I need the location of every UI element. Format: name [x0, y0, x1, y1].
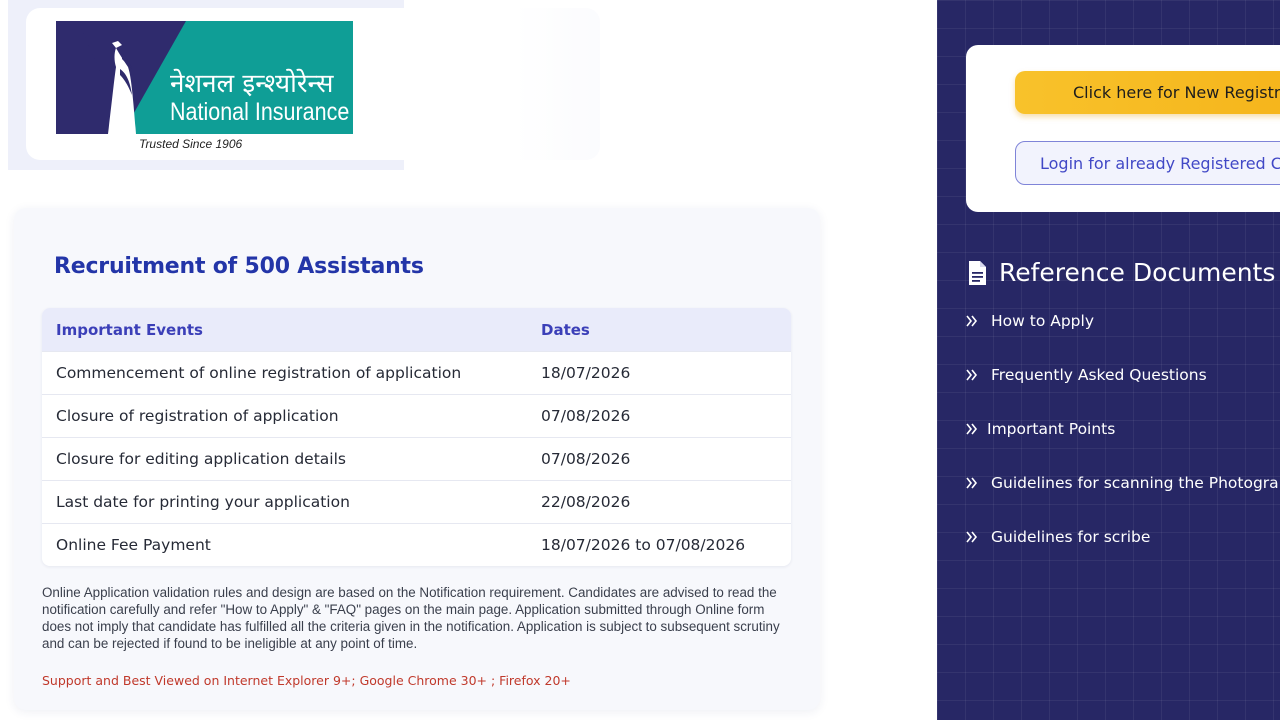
link-faq[interactable]: Frequently Asked Questions — [965, 366, 1207, 384]
document-icon — [969, 260, 986, 285]
link-label[interactable]: Important Points — [987, 420, 1115, 438]
date-cell: 18/07/2026 — [541, 364, 631, 382]
table-row: Commencement of online registration of a… — [42, 351, 791, 394]
table-header: Important Events Dates — [42, 308, 791, 351]
double-chevron-right-icon — [966, 477, 978, 489]
new-registration-button[interactable]: Click here for New Registrat — [1015, 71, 1280, 114]
logo-hindi-text: नेशनल इन्श्योरेन्स — [170, 69, 334, 99]
double-chevron-right-icon — [966, 531, 978, 543]
column-header-events: Important Events — [56, 320, 203, 339]
date-cell: 07/08/2026 — [541, 407, 631, 425]
table-row: Closure of registration of application 0… — [42, 394, 791, 437]
link-label[interactable]: How to Apply — [991, 312, 1094, 330]
link-scribe-guidelines[interactable]: Guidelines for scribe — [965, 528, 1150, 546]
logo-tagline: Trusted Since 1906 — [139, 137, 243, 151]
registration-card: Click here for New Registrat Login for a… — [966, 45, 1280, 212]
link-label[interactable]: Guidelines for scanning the Photograph — [991, 474, 1280, 492]
event-cell: Closure for editing application details — [56, 450, 346, 468]
table-row: Online Fee Payment 18/07/2026 to 07/08/2… — [42, 523, 791, 566]
application-note: Online Application validation rules and … — [42, 585, 780, 651]
double-chevron-right-icon — [966, 369, 978, 381]
reference-heading-text: Reference Documents — [999, 258, 1276, 287]
link-important-points[interactable]: Important Points — [965, 420, 1115, 438]
event-cell: Online Fee Payment — [56, 536, 211, 554]
link-label[interactable]: Guidelines for scribe — [991, 528, 1150, 546]
link-photo-guidelines[interactable]: Guidelines for scanning the Photograph — [965, 474, 1280, 492]
table-row: Closure for editing application details … — [42, 437, 791, 480]
double-chevron-right-icon — [966, 315, 978, 327]
column-header-dates: Dates — [541, 320, 590, 339]
event-cell: Last date for printing your application — [56, 493, 350, 511]
date-cell: 22/08/2026 — [541, 493, 631, 511]
reference-documents-heading: Reference Documents — [967, 258, 1275, 287]
event-cell: Closure of registration of application — [56, 407, 339, 425]
event-cell: Commencement of online registration of a… — [56, 364, 462, 382]
link-label[interactable]: Frequently Asked Questions — [991, 366, 1207, 384]
sidebar-panel: Click here for New Registrat Login for a… — [937, 0, 1280, 720]
events-table: Important Events Dates Commencement of o… — [42, 308, 791, 566]
double-chevron-right-icon — [966, 423, 978, 435]
link-how-to-apply[interactable]: How to Apply — [965, 312, 1094, 330]
page-title: Recruitment of 500 Assistants — [54, 254, 424, 279]
login-button[interactable]: Login for already Registered Can — [1015, 141, 1280, 185]
browser-support-note: Support and Best Viewed on Internet Expl… — [42, 673, 571, 688]
date-cell: 18/07/2026 to 07/08/2026 — [541, 536, 746, 554]
date-cell: 07/08/2026 — [541, 450, 631, 468]
logo-english-text: National Insurance — [170, 98, 350, 126]
table-row: Last date for printing your application … — [42, 480, 791, 523]
